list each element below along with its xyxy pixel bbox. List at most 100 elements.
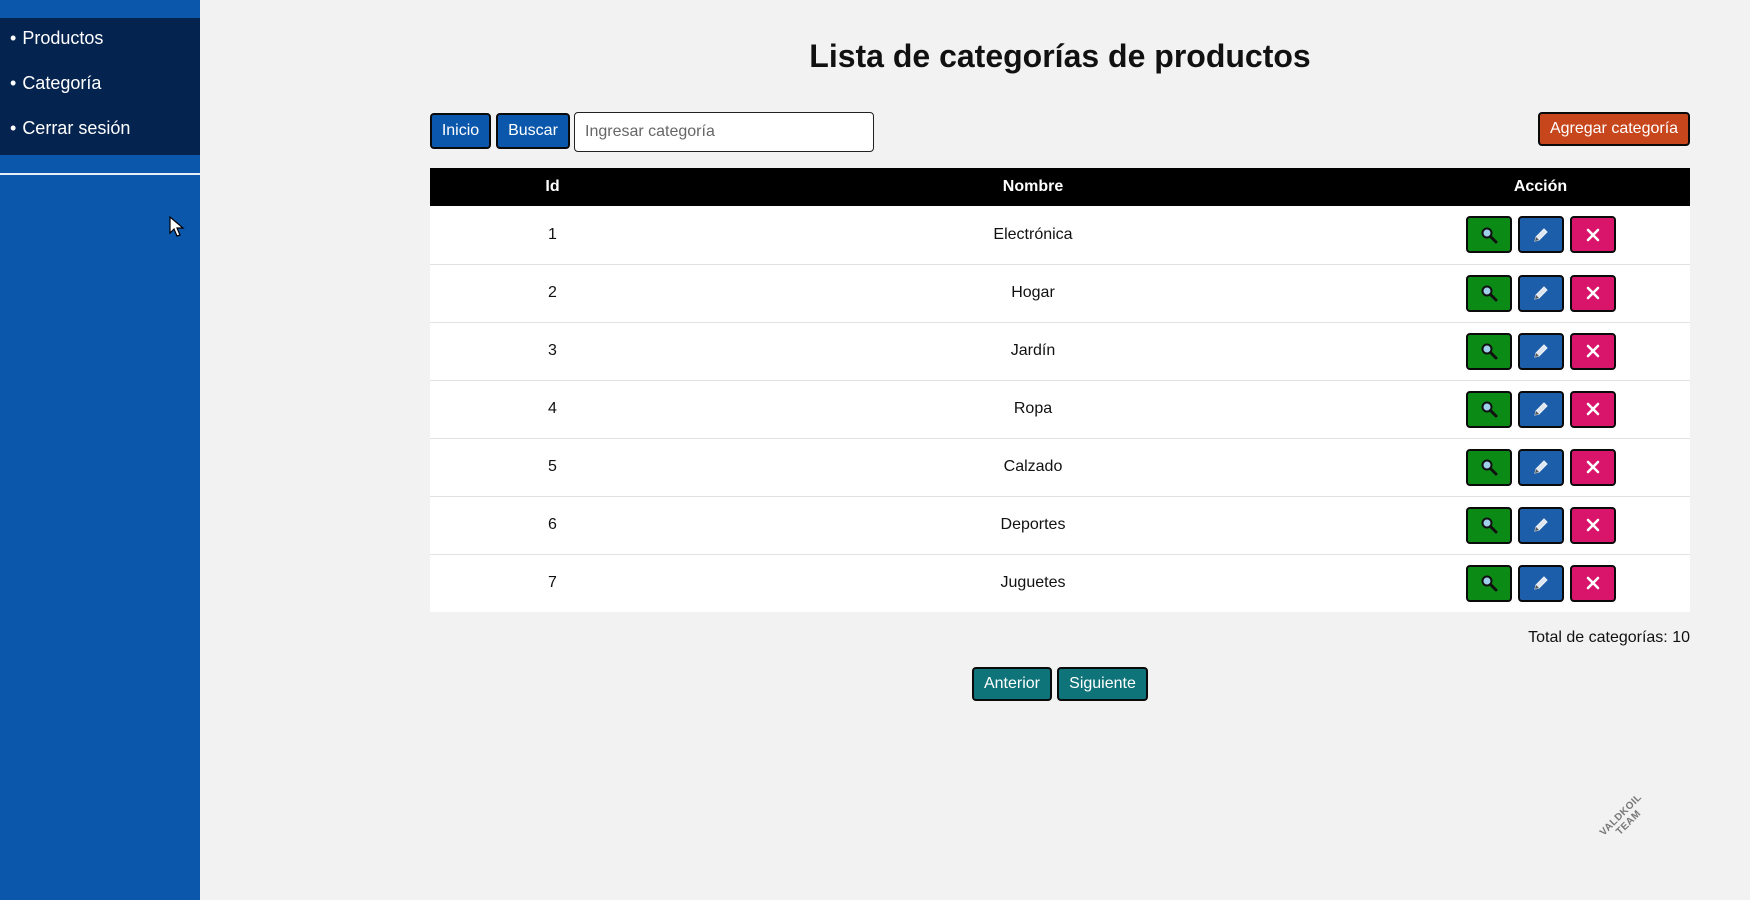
delete-button[interactable] <box>1569 216 1616 254</box>
search-button[interactable]: Buscar <box>496 113 570 149</box>
row-actions <box>1391 390 1690 428</box>
search-input[interactable] <box>574 112 874 152</box>
search-icon <box>1480 458 1498 476</box>
bullet: • <box>10 28 17 48</box>
column-header-nombre: Nombre <box>1002 178 1064 195</box>
view-button[interactable] <box>1465 448 1512 486</box>
table-row: 3 Jardín <box>430 322 1690 380</box>
delete-button[interactable] <box>1569 390 1616 428</box>
search-icon <box>1480 516 1498 534</box>
cell-nombre: Hogar <box>1011 284 1055 301</box>
delete-button[interactable] <box>1569 448 1616 486</box>
sidebar-menu: • Productos • Categoría • Cerrar sesión <box>0 18 200 155</box>
edit-button[interactable] <box>1517 564 1564 602</box>
team-logo-watermark: VALDKOIL TEAM <box>1592 786 1657 851</box>
previous-page-button[interactable]: Anterior <box>972 667 1052 701</box>
delete-button[interactable] <box>1569 274 1616 312</box>
edit-button[interactable] <box>1517 274 1564 312</box>
edit-button[interactable] <box>1517 506 1564 544</box>
edit-button[interactable] <box>1517 332 1564 370</box>
pencil-icon <box>1532 516 1550 534</box>
search-icon <box>1480 400 1498 418</box>
pencil-icon <box>1532 458 1550 476</box>
add-category-button[interactable]: Agregar categoría <box>1538 112 1690 146</box>
edit-button[interactable] <box>1517 448 1564 486</box>
pencil-icon <box>1532 574 1550 592</box>
view-button[interactable] <box>1465 506 1512 544</box>
cell-accion <box>1391 322 1690 380</box>
cell-id: 1 <box>548 225 557 243</box>
table-row: 1 Electrónica <box>430 206 1690 264</box>
close-icon <box>1586 576 1600 590</box>
cell-accion <box>1391 438 1690 496</box>
cell-nombre: Jardín <box>1010 342 1056 359</box>
app-root: • Productos • Categoría • Cerrar sesión Lis… <box>0 0 1750 900</box>
categories-table: Id Nombre Acción 1 Electrónica 2 Hogar 3 Jard… <box>430 168 1690 612</box>
cell-accion <box>1391 554 1690 612</box>
edit-button[interactable] <box>1517 216 1564 254</box>
sidebar-item-categoria[interactable]: • Categoría <box>10 73 101 94</box>
table-row: 7 Juguetes <box>430 554 1690 612</box>
cell-accion <box>1391 380 1690 438</box>
table-row: 2 Hogar <box>430 264 1690 322</box>
close-icon <box>1586 228 1600 242</box>
cell-nombre: Calzado <box>1003 458 1063 475</box>
row-actions <box>1391 332 1690 370</box>
edit-button[interactable] <box>1517 390 1564 428</box>
delete-button[interactable] <box>1569 506 1616 544</box>
cell-id: 5 <box>548 458 557 475</box>
row-actions <box>1391 448 1690 486</box>
cell-nombre: Ropa <box>1013 400 1053 417</box>
view-button[interactable] <box>1465 274 1512 312</box>
cell-accion <box>1391 264 1690 322</box>
cell-id: 2 <box>548 284 557 301</box>
pencil-icon <box>1532 226 1550 244</box>
sidebar-item-label: Productos <box>22 28 104 48</box>
row-actions <box>1391 564 1690 602</box>
table-row: 4 Ropa <box>430 380 1690 438</box>
search-icon <box>1480 284 1498 302</box>
delete-button[interactable] <box>1569 332 1616 370</box>
close-icon <box>1586 344 1600 358</box>
cell-accion <box>1391 496 1690 554</box>
cell-nombre: Deportes <box>1000 516 1066 533</box>
sidebar-divider <box>0 173 200 175</box>
table-row: 5 Calzado <box>430 438 1690 496</box>
column-header-id: Id <box>545 178 560 195</box>
bullet: • <box>10 73 17 93</box>
sidebar-item-label: Categoría <box>22 73 102 93</box>
page-title: Lista de categorías de productos <box>809 38 1311 74</box>
close-icon <box>1586 518 1600 532</box>
cell-accion <box>1391 206 1690 264</box>
sidebar: • Productos • Categoría • Cerrar sesión <box>0 0 200 900</box>
next-page-button[interactable]: Siguiente <box>1057 667 1148 701</box>
cell-id: 3 <box>548 342 557 359</box>
view-button[interactable] <box>1465 390 1512 428</box>
row-actions <box>1391 506 1690 544</box>
cell-id: 7 <box>548 574 557 592</box>
pencil-icon <box>1532 284 1550 302</box>
categories-table-container: Id Nombre Acción 1 Electrónica 2 Hogar 3 Jard… <box>430 168 1690 612</box>
search-icon <box>1480 342 1498 360</box>
pencil-icon <box>1532 342 1550 360</box>
home-button[interactable]: Inicio <box>430 113 491 149</box>
bullet: • <box>10 118 17 138</box>
table-body: 1 Electrónica 2 Hogar 3 Jardín 4 Ropa 5 Calzado 6 D… <box>430 206 1690 612</box>
row-actions <box>1391 216 1690 254</box>
search-icon <box>1480 574 1498 592</box>
cell-nombre: Juguetes <box>1000 574 1066 592</box>
table-header-row: Id Nombre Acción <box>430 168 1690 206</box>
sidebar-item-productos[interactable]: • Productos <box>10 28 103 49</box>
column-header-accion: Acción <box>1513 178 1568 195</box>
table-row: 6 Deportes <box>430 496 1690 554</box>
sidebar-item-cerrar-sesion[interactable]: • Cerrar sesión <box>10 118 130 139</box>
view-button[interactable] <box>1465 564 1512 602</box>
view-button[interactable] <box>1465 216 1512 254</box>
search-icon <box>1480 226 1498 244</box>
table-header: Id Nombre Acción <box>430 168 1690 206</box>
close-icon <box>1586 286 1600 300</box>
total-categories: Total de categorías: 10 <box>1528 629 1690 646</box>
delete-button[interactable] <box>1569 564 1616 602</box>
row-actions <box>1391 274 1690 312</box>
view-button[interactable] <box>1465 332 1512 370</box>
